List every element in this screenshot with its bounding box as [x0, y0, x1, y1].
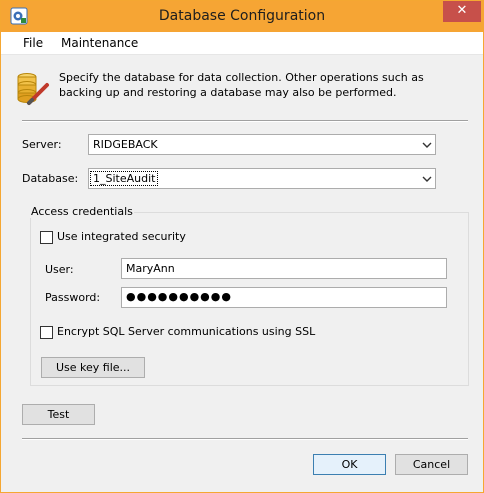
- user-label: User:: [45, 263, 74, 276]
- password-label: Password:: [45, 291, 101, 304]
- test-button[interactable]: Test: [22, 404, 95, 425]
- cancel-button[interactable]: Cancel: [395, 454, 468, 475]
- user-value: MaryAnn: [126, 262, 175, 275]
- database-combobox[interactable]: 1_SiteAudit: [88, 168, 436, 189]
- divider-top: [22, 120, 468, 122]
- database-value: 1_SiteAudit: [89, 171, 159, 186]
- use-key-file-button[interactable]: Use key file...: [41, 357, 145, 378]
- database-label: Database:: [22, 172, 79, 185]
- close-button[interactable]: ✕: [443, 1, 481, 22]
- password-value: ●●●●●●●●●●: [126, 290, 232, 303]
- chevron-down-icon[interactable]: [422, 174, 432, 184]
- access-credentials-title: Access credentials: [30, 205, 134, 218]
- header-description: Specify the database for data collection…: [59, 71, 424, 99]
- integrated-security-checkbox[interactable]: [40, 231, 53, 244]
- integrated-security-label[interactable]: Use integrated security: [57, 230, 186, 243]
- header-panel: Specify the database for data collection…: [1, 55, 483, 119]
- menu-file[interactable]: File: [23, 36, 43, 50]
- ok-button[interactable]: OK: [313, 454, 386, 475]
- close-icon: ✕: [456, 3, 468, 18]
- server-combobox[interactable]: RIDGEBACK: [88, 134, 436, 155]
- menu-maintenance[interactable]: Maintenance: [61, 36, 138, 50]
- chevron-down-icon[interactable]: [422, 140, 432, 150]
- divider-bottom: [22, 438, 468, 440]
- server-label: Server:: [22, 138, 62, 151]
- server-value: RIDGEBACK: [93, 138, 158, 151]
- user-input[interactable]: MaryAnn: [121, 258, 447, 279]
- menu-bar: File Maintenance: [1, 32, 483, 55]
- database-edit-icon: [17, 73, 49, 105]
- title-bar[interactable]: Database Configuration ✕: [1, 1, 483, 32]
- database-configuration-window: Database Configuration ✕ File Maintenanc…: [0, 0, 484, 493]
- ssl-label[interactable]: Encrypt SQL Server communications using …: [57, 325, 315, 338]
- window-title: Database Configuration: [158, 8, 326, 24]
- ssl-checkbox[interactable]: [40, 326, 53, 339]
- password-input[interactable]: ●●●●●●●●●●: [121, 287, 447, 308]
